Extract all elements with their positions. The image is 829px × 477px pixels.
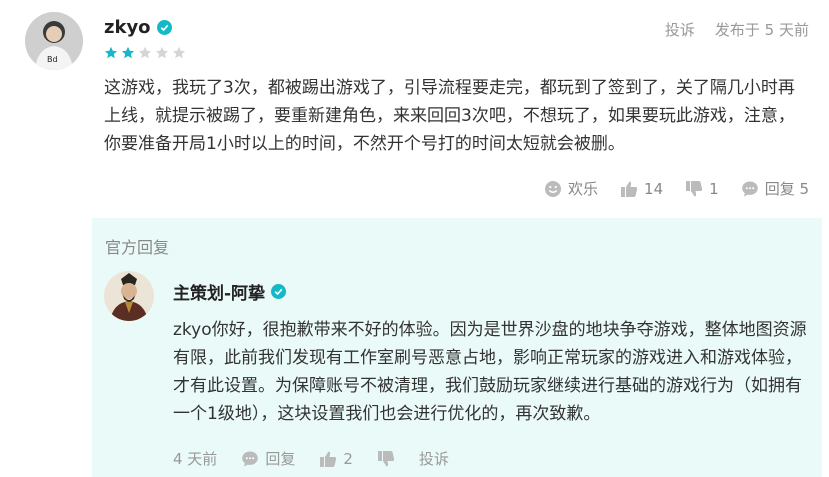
comment-icon	[741, 181, 758, 196]
review-body: 这游戏，我玩了3次，都被踢出游戏了，引导流程要走完，都玩到了签到了，关了隔几小时…	[104, 78, 795, 154]
verified-icon	[271, 284, 287, 299]
star-empty-icon	[155, 46, 169, 59]
like-count: 14	[644, 179, 664, 198]
official-reply-dislike-button[interactable]	[377, 450, 395, 468]
official-reply-like-count: 2	[343, 449, 353, 468]
official-reply-body: zkyo你好，很抱歉带来不好的体验。因为是世界沙盘的地块争夺游戏，整体地图资源有…	[173, 320, 807, 424]
thumbs-up-icon	[320, 451, 337, 467]
verified-icon	[156, 20, 172, 35]
post-time: 发布于 5 天前	[714, 21, 809, 39]
like-button[interactable]: 14	[620, 180, 663, 198]
thumbs-down-icon	[686, 180, 703, 196]
comment-icon	[242, 451, 259, 466]
official-reply-report-button[interactable]: 投诉	[419, 448, 449, 469]
review-action-bar: 欢乐 14 1 回复 5	[544, 178, 809, 199]
official-reply-panel: 官方回复 主策划-阿挚 zkyo你好，很抱歉带来不好的体验。因为是世界沙盘的地块…	[92, 218, 822, 477]
rating-stars	[104, 46, 186, 60]
smile-icon	[545, 180, 562, 197]
review-author[interactable]: zkyo	[104, 17, 172, 38]
star-empty-icon	[138, 46, 152, 59]
official-reply-title: 官方回复	[105, 238, 170, 257]
official-reply-comment-label: 回复	[265, 450, 296, 468]
report-button[interactable]: 投诉	[665, 19, 695, 40]
user-avatar[interactable]: Bd	[25, 12, 83, 70]
developer-author[interactable]: 主策划-阿挚	[173, 279, 287, 304]
star-filled-icon	[104, 46, 118, 59]
svg-text:Bd: Bd	[47, 55, 58, 64]
official-reply-like-button[interactable]: 2	[319, 450, 353, 468]
thumbs-down-icon	[377, 450, 394, 466]
review-author-name[interactable]: zkyo	[104, 17, 151, 38]
dislike-button[interactable]: 1	[685, 180, 719, 198]
funny-button[interactable]: 欢乐	[544, 178, 598, 199]
developer-author-name[interactable]: 主策划-阿挚	[173, 279, 265, 304]
star-empty-icon	[172, 46, 186, 59]
dislike-count: 1	[709, 179, 719, 198]
thumbs-up-icon	[621, 181, 638, 197]
reply-button[interactable]: 回复 5	[741, 178, 809, 199]
review-meta: 投诉 发布于 5 天前	[665, 19, 809, 40]
funny-label: 欢乐	[568, 180, 599, 198]
official-reply-time: 4 天前	[173, 450, 218, 468]
reply-label: 回复 5	[764, 180, 809, 198]
official-reply-comment-button[interactable]: 回复	[241, 448, 295, 469]
official-reply-action-bar: 4 天前 回复 2 投诉	[173, 448, 449, 469]
developer-avatar[interactable]	[104, 271, 154, 321]
star-filled-icon	[121, 46, 135, 59]
